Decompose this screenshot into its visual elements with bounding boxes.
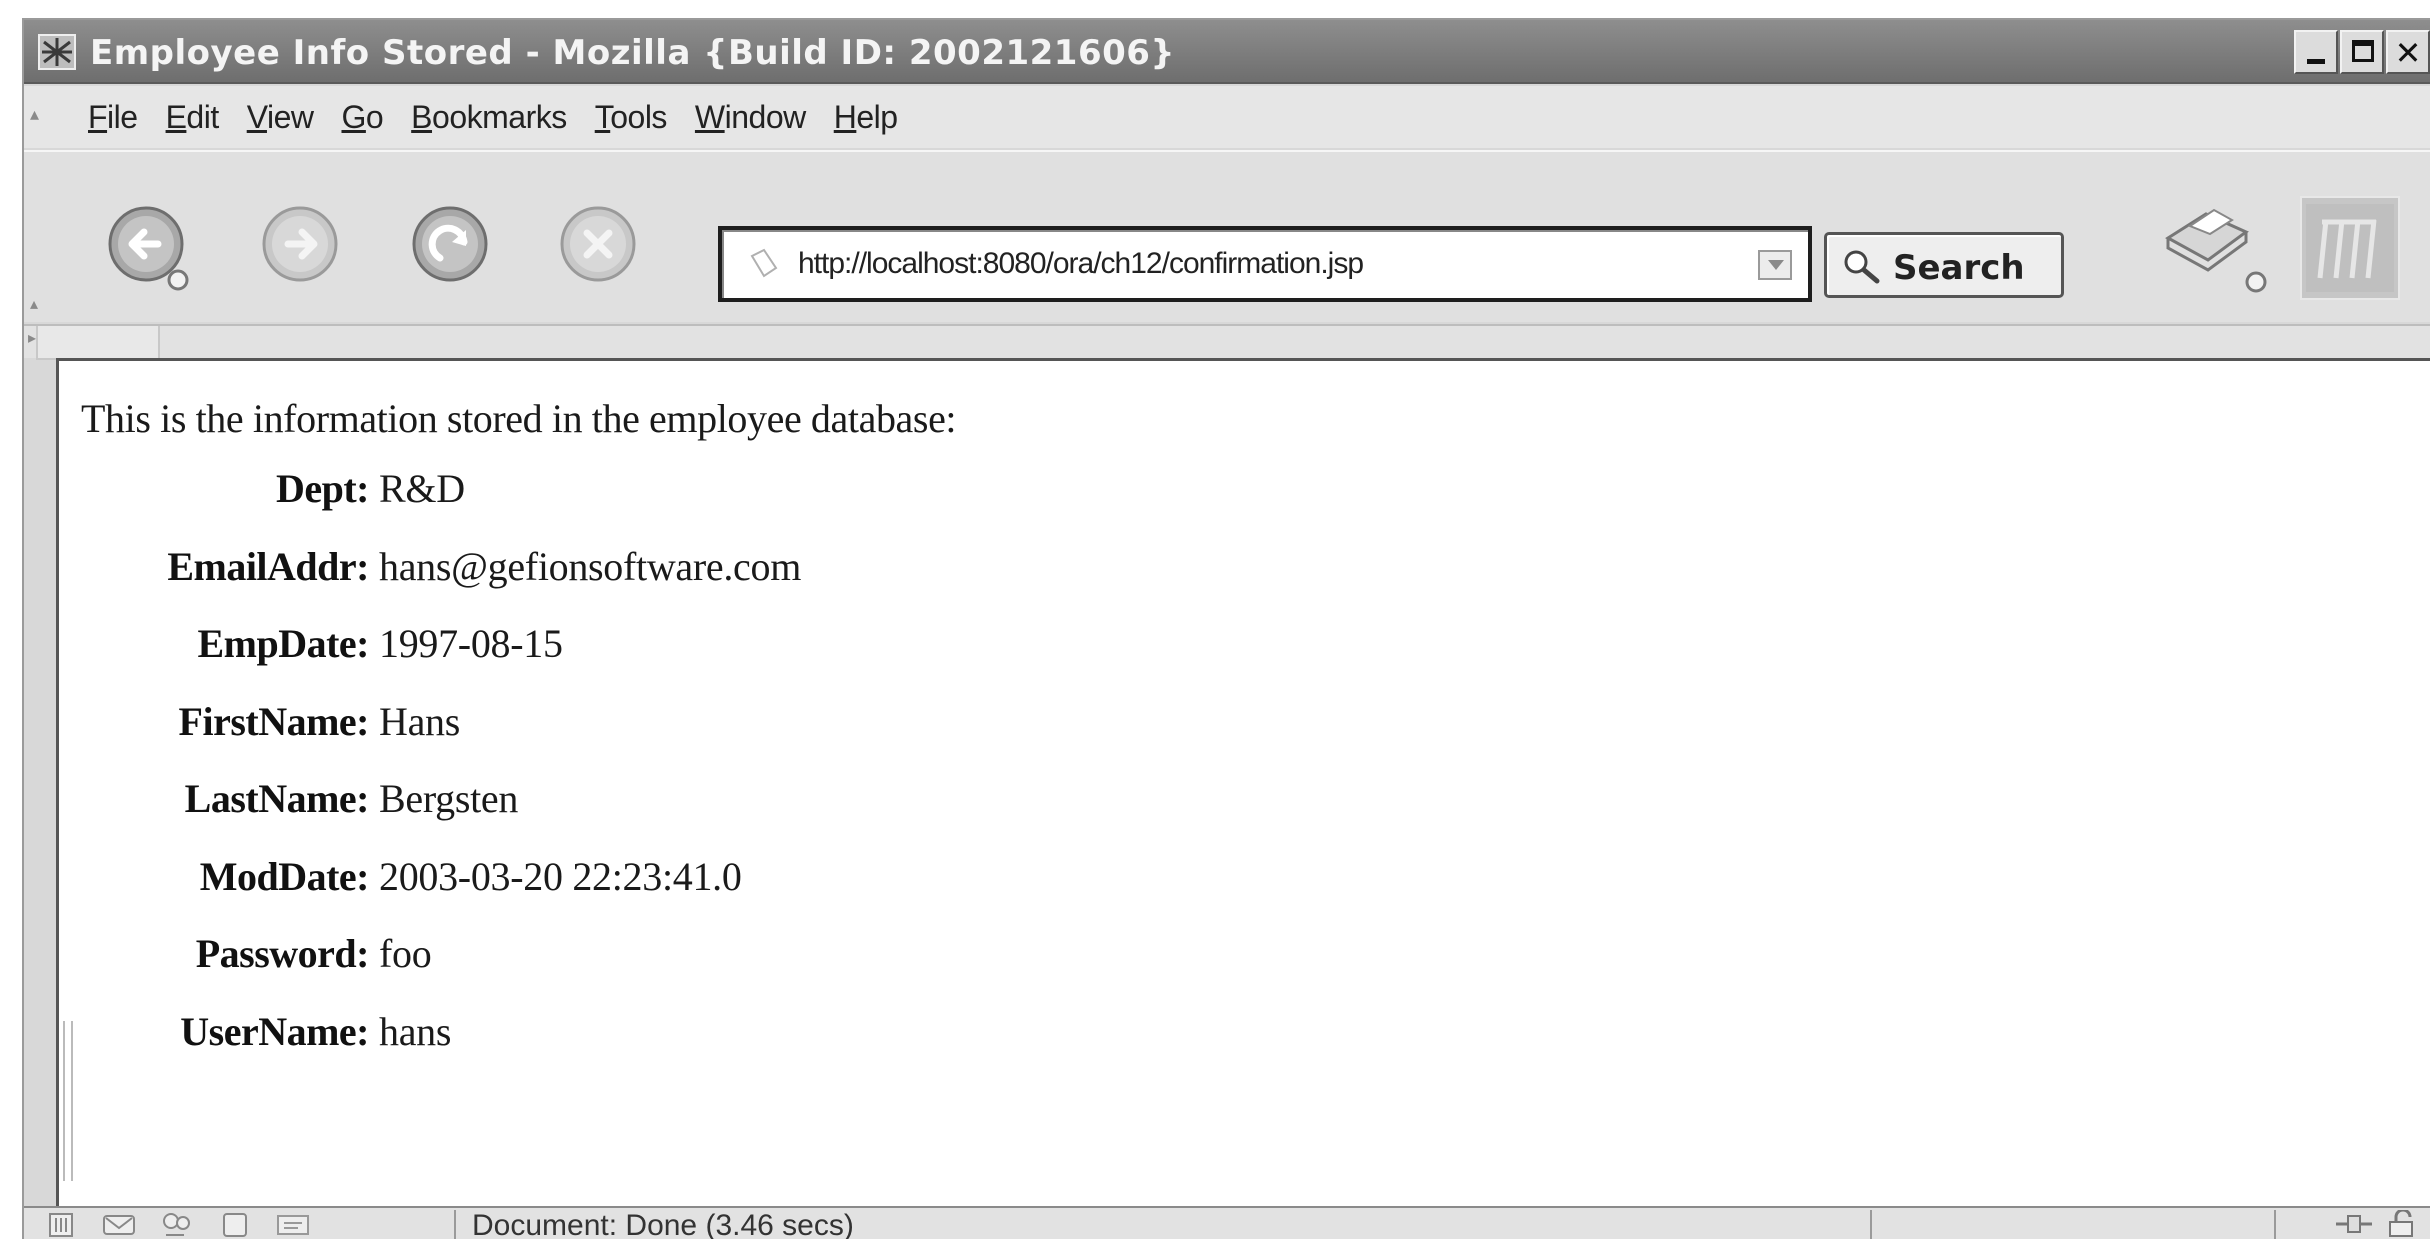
mail-icon[interactable] xyxy=(100,1211,140,1239)
forward-arrow-icon xyxy=(262,206,338,282)
menu-file[interactable]: File xyxy=(88,99,138,136)
close-button[interactable]: ✕ xyxy=(2386,30,2430,74)
url-bar[interactable]: http://localhost:8080/ora/ch12/confirmat… xyxy=(718,226,1812,302)
back-button[interactable] xyxy=(102,200,196,294)
status-bar: Document: Done (3.46 secs) xyxy=(24,1206,2430,1239)
menu-window[interactable]: Window xyxy=(695,99,806,136)
close-icon: ✕ xyxy=(2394,34,2422,72)
navigator-icon[interactable] xyxy=(42,1211,82,1239)
status-separator xyxy=(2274,1210,2276,1239)
menu-bookmarks[interactable]: Bookmarks xyxy=(411,99,567,136)
status-text: Document: Done (3.46 secs) xyxy=(472,1209,854,1239)
menu-tools[interactable]: Tools xyxy=(595,99,668,136)
menubar-grip-icon[interactable]: ▴ xyxy=(30,104,39,125)
toolbar-grip-icon[interactable]: ▴ xyxy=(30,294,38,313)
address-book-icon[interactable] xyxy=(274,1211,314,1239)
browser-tab[interactable] xyxy=(36,326,160,360)
menu-bar: ▴ File Edit View Go Bookmarks Tools Wind… xyxy=(24,86,2430,148)
maximize-icon xyxy=(2352,40,2374,62)
field-value: R&D xyxy=(379,466,465,511)
search-button[interactable]: Search xyxy=(1824,232,2064,298)
online-status-icon[interactable] xyxy=(2334,1210,2374,1238)
composer-icon[interactable] xyxy=(216,1211,256,1239)
print-icon xyxy=(2165,208,2267,293)
field-label: EmpDate: xyxy=(197,621,369,666)
page-content: This is the information stored in the em… xyxy=(56,358,2430,1206)
field-value: 1997-08-15 xyxy=(379,621,563,666)
security-lock-icon xyxy=(2389,1210,2413,1237)
stop-icon xyxy=(560,206,636,282)
chat-icon[interactable] xyxy=(158,1211,198,1239)
reload-button[interactable] xyxy=(406,200,500,294)
intro-text: This is the information stored in the em… xyxy=(81,396,957,441)
field-label: EmailAddr: xyxy=(167,543,369,589)
menu-items: File Edit View Go Bookmarks Tools Window… xyxy=(88,86,926,148)
minimize-button[interactable] xyxy=(2294,30,2338,74)
menu-edit[interactable]: Edit xyxy=(166,99,220,136)
status-right-icons xyxy=(2334,1210,2424,1238)
window-title: Employee Info Stored - Mozilla {Build ID… xyxy=(90,33,1176,73)
throbber[interactable] xyxy=(2300,196,2400,300)
page-proxy-icon[interactable] xyxy=(746,246,782,282)
field-label: LastName: xyxy=(184,776,370,821)
field-label: Password: xyxy=(195,931,370,976)
title-bar: Employee Info Stored - Mozilla {Build ID… xyxy=(24,20,2430,84)
search-label: Search xyxy=(1893,248,2025,288)
field-value: foo xyxy=(379,931,432,976)
maximize-button[interactable] xyxy=(2340,30,2384,74)
menu-view[interactable]: View xyxy=(247,99,314,136)
minimize-icon xyxy=(2307,59,2325,64)
magnifier-icon xyxy=(1841,247,1881,287)
component-bar xyxy=(42,1210,314,1239)
field-value: Bergsten xyxy=(379,776,519,821)
field-label: ModDate: xyxy=(199,853,370,899)
mozilla-logo-icon xyxy=(2306,204,2394,292)
back-arrow-icon xyxy=(108,206,189,291)
browser-window: Employee Info Stored - Mozilla {Build ID… xyxy=(22,18,2430,1239)
window-controls: ✕ xyxy=(2294,30,2430,74)
field-label: FirstName: xyxy=(178,698,370,744)
tabstrip-grip-icon[interactable]: ▸ xyxy=(28,328,36,347)
field-value: hans@gefionsoftware.com xyxy=(379,543,802,589)
menu-help[interactable]: Help xyxy=(834,99,898,136)
status-separator xyxy=(1870,1210,1872,1239)
field-value: 2003-03-20 22:23:41.0 xyxy=(379,853,742,899)
stop-button[interactable] xyxy=(554,200,648,294)
field-label: UserName: xyxy=(180,1008,369,1054)
print-button[interactable] xyxy=(2160,192,2270,296)
navigation-toolbar: ▴ http://localhost:8080/ora/ch12/confirm… xyxy=(24,150,2430,322)
url-text[interactable]: http://localhost:8080/ora/ch12/confirmat… xyxy=(798,247,1364,281)
forward-button[interactable] xyxy=(256,200,350,294)
reload-icon xyxy=(412,206,488,282)
field-value: Hans xyxy=(379,698,461,744)
status-separator xyxy=(454,1210,456,1239)
field-label: Dept: xyxy=(275,466,370,511)
menu-go[interactable]: Go xyxy=(341,99,383,136)
url-dropdown-icon[interactable] xyxy=(1758,250,1792,280)
field-value: hans xyxy=(379,1008,452,1054)
mozilla-app-icon xyxy=(38,34,76,70)
tab-strip: ▸ xyxy=(24,324,2430,360)
